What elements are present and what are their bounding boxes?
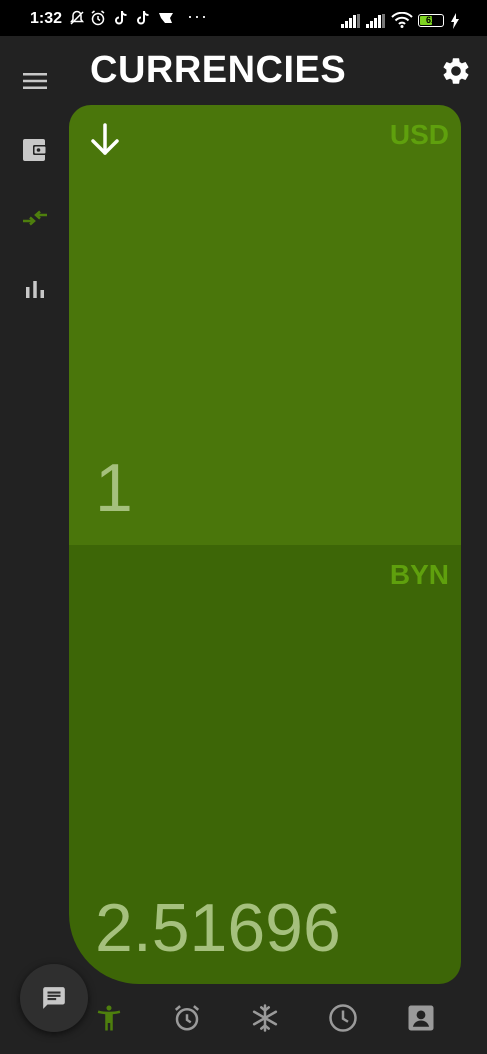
- menu-button[interactable]: [20, 66, 50, 96]
- wifi-icon: [391, 12, 413, 28]
- status-bar: 1:32 ··· 61: [0, 0, 487, 36]
- contact-card-icon: [408, 1005, 434, 1031]
- signal-icon: [341, 14, 360, 28]
- snowflake-icon: [252, 1004, 278, 1032]
- alarm-icon: [174, 1005, 200, 1031]
- tiktok-icon: [115, 10, 127, 25]
- signal-icon-2: [366, 14, 385, 28]
- gear-icon: [443, 58, 469, 84]
- nav-item-profile[interactable]: [403, 1000, 439, 1036]
- rail-item-wallet[interactable]: [20, 135, 50, 165]
- nav-item-freeze[interactable]: [247, 1000, 283, 1036]
- rail-item-converter[interactable]: [20, 203, 50, 233]
- charging-icon: [451, 13, 459, 29]
- status-time: 1:32: [30, 10, 63, 27]
- page-title: CURRENCIES: [90, 49, 347, 91]
- target-currency-code[interactable]: BYN: [390, 559, 449, 591]
- source-currency-code[interactable]: USD: [390, 119, 449, 151]
- bar-chart-icon: [26, 281, 44, 298]
- navigation-rail: [0, 36, 70, 1054]
- currency-converter: USD 1 BYN 2.51696: [69, 105, 461, 984]
- nav-item-alarm[interactable]: [169, 1000, 205, 1036]
- nav-item-history[interactable]: [325, 1000, 361, 1036]
- rail-item-statistics[interactable]: [20, 274, 50, 304]
- wallet-icon: [23, 139, 47, 161]
- clock-icon: [329, 1004, 357, 1032]
- target-currency-panel[interactable]: BYN 2.51696: [69, 545, 461, 984]
- app-notification-icon: [159, 13, 173, 23]
- menu-icon: [23, 73, 47, 89]
- bottom-navigation: [0, 988, 487, 1054]
- arrow-down-icon[interactable]: [85, 121, 125, 161]
- source-amount[interactable]: 1: [95, 453, 133, 523]
- battery-indicator: 61: [418, 14, 444, 27]
- source-currency-panel[interactable]: USD 1: [69, 105, 461, 545]
- tiktok-icon-2: [137, 10, 149, 25]
- alarm-status-icon: [91, 10, 105, 26]
- nav-item-accessibility[interactable]: [91, 1000, 127, 1036]
- swap-arrows-icon: [23, 210, 47, 226]
- battery-level: 61: [425, 15, 436, 25]
- more-notifications-indicator: ···: [187, 6, 208, 26]
- settings-button[interactable]: [440, 55, 472, 87]
- accessibility-icon: [97, 1005, 121, 1031]
- target-amount: 2.51696: [95, 890, 341, 966]
- notifications-off-icon: [70, 10, 84, 25]
